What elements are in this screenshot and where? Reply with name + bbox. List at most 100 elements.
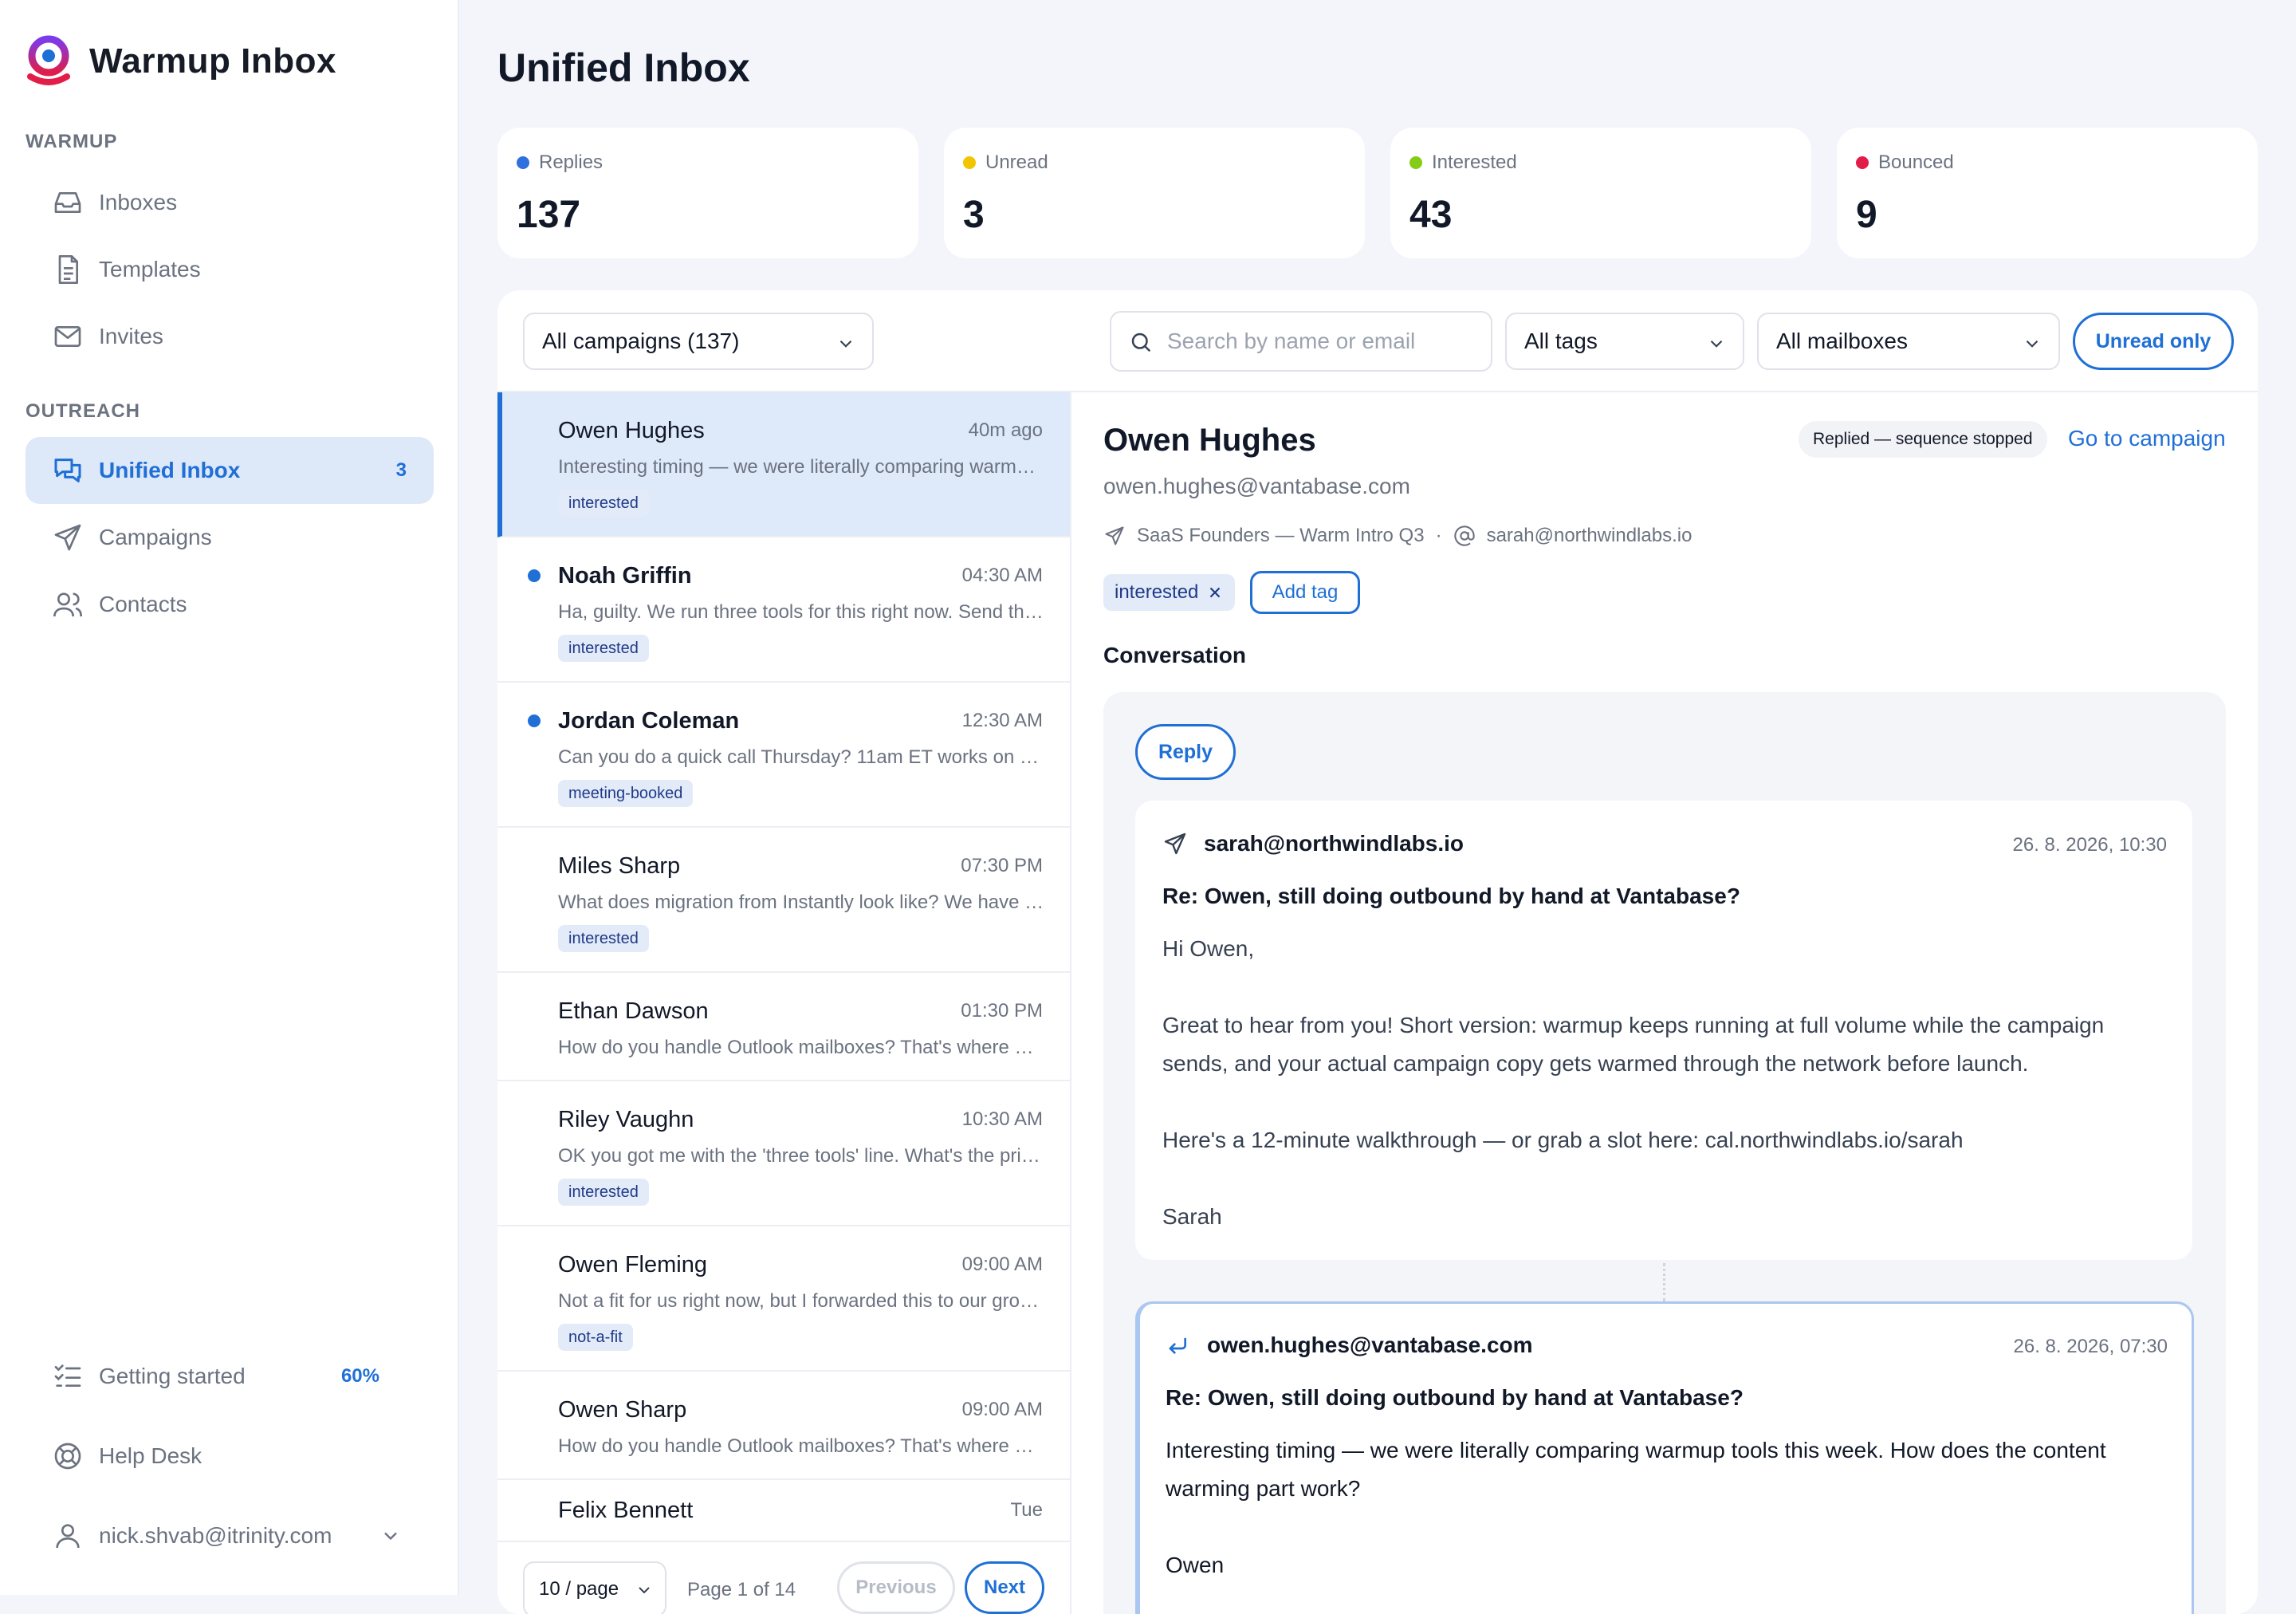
contact-name: Jordan Coleman: [558, 708, 740, 734]
add-tag-button[interactable]: Add tag: [1250, 571, 1360, 614]
message-body: Interesting timing — we were literally c…: [1166, 1431, 2146, 1614]
remove-tag-icon[interactable]: [1206, 584, 1224, 601]
stat-card-interested: Interested 43: [1390, 128, 1811, 258]
conversation-meta: SaaS Founders — Warm Intro Q3 · sarah@no…: [1103, 525, 1692, 547]
message-sender: owen.hughes@vantabase.com: [1207, 1333, 1533, 1357]
chevron-down-icon: [1706, 333, 1727, 354]
search-input[interactable]: Search by name or email: [1110, 311, 1492, 372]
timestamp: 12:30 AM: [961, 710, 1043, 731]
sidebar-item-label: Unified Inbox: [99, 458, 241, 482]
message-date: 26. 8. 2026, 07:30: [2013, 1336, 2168, 1357]
stat-label: Replies: [539, 152, 603, 173]
timestamp: 07:30 PM: [961, 855, 1043, 876]
list-item[interactable]: Jordan Coleman 12:30 AM Can you do a qui…: [497, 683, 1070, 828]
conversation-label: Conversation: [1103, 643, 1246, 667]
timestamp: 09:00 AM: [961, 1399, 1043, 1420]
unread-dot: [528, 714, 541, 727]
sidebar-item-label: Campaigns: [99, 525, 212, 549]
timestamp: Tue: [1010, 1499, 1043, 1521]
status-badge: Replied — sequence stopped: [1799, 421, 2047, 458]
brand[interactable]: Warmup Inbox: [26, 35, 336, 88]
message-preview: Interesting timing — we were literally c…: [558, 456, 1044, 478]
sidebar: Warmup Inbox WARMUP Inboxes Templates In…: [0, 0, 459, 1595]
users-icon: [51, 588, 85, 621]
page-title: Unified Inbox: [497, 45, 750, 90]
message-preview: How do you handle Outlook mailboxes? Tha…: [558, 1037, 1044, 1058]
document-icon: [51, 253, 85, 286]
chat-icon: [51, 454, 85, 487]
mailboxes-filter-select[interactable]: All mailboxes: [1757, 313, 2060, 370]
list-item[interactable]: Noah Griffin 04:30 AM Ha, guilty. We run…: [497, 537, 1070, 683]
status-dot: [963, 156, 976, 169]
message-preview: Not a fit for us right now, but I forwar…: [558, 1290, 1044, 1312]
sidebar-item-label: Contacts: [99, 592, 187, 616]
message-card: owen.hughes@vantabase.com 26. 8. 2026, 0…: [1135, 1301, 2194, 1614]
reply-button[interactable]: Reply: [1135, 724, 1236, 780]
sidebar-item-unified-inbox[interactable]: Unified Inbox 3: [26, 437, 434, 504]
sidebar-item-templates[interactable]: Templates: [26, 236, 434, 303]
next-page-button[interactable]: Next: [965, 1561, 1044, 1614]
stat-value: 137: [517, 194, 581, 236]
sidebar-item-help-desk[interactable]: Help Desk: [26, 1423, 434, 1490]
campaign-filter-value: All campaigns (137): [542, 329, 740, 353]
stat-card-replies: Replies 137: [497, 128, 918, 258]
status-dot: [517, 156, 529, 169]
sidebar-item-invites[interactable]: Invites: [26, 303, 434, 370]
campaign-filter-select[interactable]: All campaigns (137): [523, 313, 874, 370]
sidebar-item-label: Help Desk: [99, 1443, 202, 1468]
sidebar-item-label: Inboxes: [99, 190, 178, 215]
list-item[interactable]: Owen Sharp 09:00 AM How do you handle Ou…: [497, 1372, 1070, 1480]
message-paragraph: Here's a 12-minute walkthrough — or grab…: [1162, 1128, 1964, 1152]
tag-badge: meeting-booked: [558, 780, 694, 807]
stat-card-unread: Unread 3: [944, 128, 1365, 258]
per-page-select[interactable]: 10 / page: [523, 1561, 666, 1614]
message-preview: How do you handle Outlook mailboxes? Tha…: [558, 1435, 1044, 1457]
tags-filter-select[interactable]: All tags: [1505, 313, 1744, 370]
contact-name: Owen Fleming: [558, 1252, 707, 1277]
list-item[interactable]: Ethan Dawson 01:30 PM How do you handle …: [497, 973, 1070, 1081]
contact-email: owen.hughes@vantabase.com: [1103, 474, 1410, 498]
list-item[interactable]: Owen Fleming 09:00 AM Not a fit for us r…: [497, 1226, 1070, 1372]
stat-label: Interested: [1432, 152, 1517, 173]
tag-badge: not-a-fit: [558, 1324, 633, 1351]
thread-connector: [1663, 1263, 1665, 1301]
tag-chip: interested: [1103, 574, 1236, 611]
sidebar-item-campaigns[interactable]: Campaigns: [26, 504, 434, 571]
status-dot: [1856, 156, 1869, 169]
meta-separator: ·: [1435, 525, 1442, 546]
list-item[interactable]: Miles Sharp 07:30 PM What does migration…: [497, 828, 1070, 973]
timestamp: 01:30 PM: [961, 1000, 1043, 1022]
list-item[interactable]: Riley Vaughn 10:30 AM OK you got me with…: [497, 1081, 1070, 1226]
sidebar-item-label: Getting started: [99, 1364, 246, 1388]
previous-page-button[interactable]: Previous: [837, 1561, 955, 1614]
message-body: Hi Owen, Great to hear from you! Short v…: [1162, 930, 2143, 1274]
paper-plane-icon: [51, 521, 85, 554]
chevron-down-icon: [635, 1581, 654, 1600]
message-subject: Re: Owen, still doing outbound by hand a…: [1166, 1385, 1744, 1410]
page-info: Page 1 of 14: [687, 1579, 796, 1600]
tags-filter-value: All tags: [1524, 329, 1598, 353]
contact-name: Riley Vaughn: [558, 1107, 694, 1132]
message-preview: What does migration from Instantly look …: [558, 892, 1044, 913]
list-item[interactable]: Owen Hughes 40m ago Interesting timing —…: [497, 392, 1070, 537]
message-paragraph: Hi Owen,: [1162, 936, 1255, 961]
campaign-name[interactable]: SaaS Founders — Warm Intro Q3: [1137, 525, 1425, 547]
progress-percent: 60%: [340, 1365, 379, 1387]
contact-name-heading: Owen Hughes: [1103, 423, 1316, 458]
timestamp: 04:30 AM: [961, 565, 1043, 586]
unread-only-toggle[interactable]: Unread only: [2073, 313, 2234, 370]
envelope-icon: [51, 320, 85, 353]
section-label-outreach: OUTREACH: [26, 400, 140, 422]
sidebar-item-getting-started[interactable]: Getting started 60%: [26, 1343, 434, 1410]
search-icon: [1129, 330, 1153, 354]
sidebar-item-label: Templates: [99, 257, 201, 281]
message-preview: OK you got me with the 'three tools' lin…: [558, 1145, 1044, 1167]
contact-name: Miles Sharp: [558, 853, 681, 879]
timestamp: 10:30 AM: [961, 1108, 1043, 1130]
sidebar-item-contacts[interactable]: Contacts: [26, 571, 434, 638]
app-title: Warmup Inbox: [89, 41, 336, 81]
sidebar-item-inboxes[interactable]: Inboxes: [26, 169, 434, 236]
user-menu[interactable]: nick.shvab@itrinity.com: [26, 1502, 434, 1569]
go-to-campaign-link[interactable]: Go to campaign: [2068, 426, 2226, 451]
stat-label: Unread: [985, 152, 1048, 173]
